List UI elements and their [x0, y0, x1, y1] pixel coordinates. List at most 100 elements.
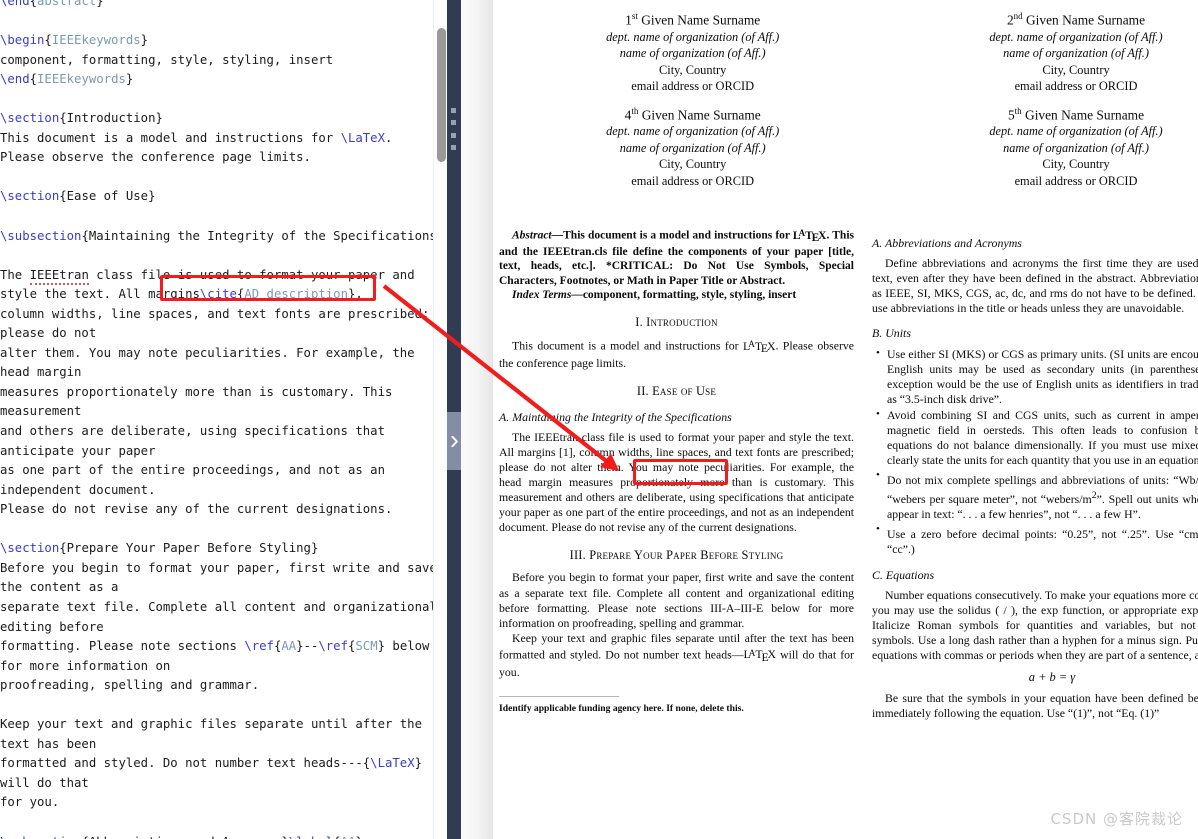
code-line[interactable]: style the text. All margins\cite{AD_desc…: [0, 285, 447, 305]
code-line[interactable]: column widths, line spaces, and text fon…: [0, 305, 447, 325]
footnote-separator: [499, 696, 619, 698]
code-line[interactable]: component, formatting, style, styling, i…: [0, 51, 447, 71]
code-line[interactable]: [0, 90, 447, 110]
code-token: and others are deliberate, using specifi…: [0, 424, 385, 439]
code-token: \section: [0, 111, 60, 126]
code-token: {Introduction}: [59, 111, 163, 126]
code-line[interactable]: as one part of the entire proceedings, a…: [0, 461, 447, 481]
pdf-preview-pane[interactable]: 1st Given Name Surname dept. name of org…: [461, 0, 1198, 839]
abstract-paragraph: Abstract—This document is a model and in…: [499, 226, 854, 288]
code-token: editing before: [0, 619, 104, 634]
code-line[interactable]: \end{abstract}: [0, 0, 447, 12]
pane-divider[interactable]: [447, 0, 461, 839]
code-line[interactable]: [0, 168, 447, 188]
code-line[interactable]: formatting. Please note sections \ref{AA…: [0, 637, 447, 657]
code-token: \subsection: [0, 835, 81, 839]
code-token: class file is used to format your paper …: [88, 267, 415, 282]
code-token: {: [29, 0, 38, 8]
code-line[interactable]: formatted and styled. Do not number text…: [0, 754, 447, 774]
code-line[interactable]: alter them. You may note peculiarities. …: [0, 344, 447, 364]
code-token: Before you begin to format your paper, f…: [0, 560, 437, 575]
code-line[interactable]: Please observe the conference page limit…: [0, 148, 447, 168]
code-token: IEEEkeywords: [51, 33, 141, 48]
code-line[interactable]: Keep your text and graphic files separat…: [0, 715, 447, 735]
code-line[interactable]: [0, 696, 447, 716]
code-line[interactable]: [0, 12, 447, 32]
code-line[interactable]: [0, 246, 447, 266]
chevron-right-icon: [450, 435, 458, 447]
editor-vertical-scrollbar-thumb[interactable]: [436, 28, 446, 162]
drag-handle-dots-icon[interactable]: [451, 108, 457, 150]
code-line[interactable]: editing before: [0, 618, 447, 638]
code-line[interactable]: for you.: [0, 793, 447, 813]
code-line[interactable]: measures proportionately more than is cu…: [0, 383, 447, 403]
code-token: \end: [0, 0, 30, 8]
code-token: The: [0, 267, 30, 282]
code-line[interactable]: \begin{IEEEkeywords}: [0, 31, 447, 51]
code-line[interactable]: This document is a model and instruction…: [0, 129, 447, 149]
code-token: {Abbreviations and Acronyms}: [81, 835, 288, 839]
code-line[interactable]: for more information on: [0, 657, 447, 677]
code-token: \section: [0, 189, 60, 204]
code-token: \end: [0, 72, 30, 87]
code-token: AD_description: [244, 287, 348, 302]
author-name: 1st Given Name Surname: [625, 11, 761, 28]
expand-pane-button[interactable]: [447, 412, 461, 470]
intro-paragraph: This document is a model and instruction…: [499, 338, 855, 371]
code-line[interactable]: \section{Prepare Your Paper Before Styli…: [0, 539, 447, 559]
author-name: 5th Given Name Surname: [1007, 105, 1145, 122]
code-line[interactable]: \section{Introduction}: [0, 109, 447, 129]
code-line[interactable]: \section{Ease of Use}: [0, 187, 447, 207]
code-line[interactable]: Before you begin to format your paper, f…: [0, 559, 447, 579]
prepare-paper-paragraph-1: Before you begin to format your paper, f…: [499, 570, 854, 630]
display-equation: a + b = γ: [1028, 670, 1076, 685]
code-line[interactable]: and others are deliberate, using specifi…: [0, 422, 447, 442]
equations-paragraph-2: Be sure that the symbols in your equatio…: [872, 691, 1198, 721]
latex-source-code[interactable]: \end{abstract} \begin{IEEEkeywords} compo…: [0, 0, 447, 839]
code-line[interactable]: \end{IEEEkeywords}: [0, 70, 447, 90]
code-line[interactable]: separate text file. Complete all content…: [0, 598, 447, 618]
code-line[interactable]: [0, 813, 447, 833]
code-token: SCM: [355, 639, 378, 654]
latex-source-editor-pane[interactable]: \end{abstract} \begin{IEEEkeywords} compo…: [0, 0, 447, 839]
subsection-heading-abbreviations: A. Abbreviations and Acronyms: [872, 236, 1022, 250]
code-line[interactable]: text has been: [0, 735, 447, 755]
units-bullet-list: Use either SI (MKS) or CGS as primary un…: [872, 346, 1198, 558]
code-line[interactable]: Please do not revise any of the current …: [0, 500, 447, 520]
code-line[interactable]: [0, 520, 447, 540]
code-line[interactable]: anticipate your paper: [0, 442, 447, 462]
code-token: \ref: [244, 639, 274, 654]
code-token: {Prepare Your Paper Before Styling}: [59, 541, 319, 556]
author-entry: 4th Given Name Surname dept. name of org…: [501, 103, 884, 190]
code-line[interactable]: the content as a: [0, 578, 447, 598]
code-line[interactable]: proofreading, spelling and grammar.: [0, 676, 447, 696]
code-line[interactable]: \subsection{Abbreviations and Acronyms}\…: [0, 833, 447, 839]
code-line[interactable]: will do that: [0, 774, 447, 794]
code-token: component, formatting, style, styling, i…: [0, 52, 334, 67]
code-token: },: [347, 287, 363, 302]
code-line[interactable]: independent document.: [0, 481, 447, 501]
author-entry: 5th Given Name Surname dept. name of org…: [884, 103, 1198, 190]
list-item: Avoid combining SI and CGS units, such a…: [876, 407, 1198, 468]
code-token: \LaTeX: [340, 130, 385, 145]
code-token: independent document.: [0, 482, 156, 497]
code-token: \label: [289, 835, 333, 839]
author-city: City, Country: [658, 157, 727, 172]
code-token: as one part of the entire proceedings, a…: [0, 463, 385, 478]
code-line[interactable]: head margin: [0, 363, 447, 383]
code-token: measures proportionately more than is cu…: [0, 384, 393, 399]
pdf-body-columns: Abstract— This document is a model and in…: [493, 226, 1198, 721]
code-line[interactable]: measurement: [0, 402, 447, 422]
code-line[interactable]: The IEEEtran class file is used to forma…: [0, 266, 447, 286]
code-line[interactable]: please do not: [0, 324, 447, 344]
code-token: for you.: [0, 795, 60, 810]
author-name: 4th Given Name Surname: [624, 105, 761, 122]
author-row: 4th Given Name Surname dept. name of org…: [501, 103, 1198, 190]
code-token: {Maintaining the Integrity of the Specif…: [81, 228, 445, 243]
code-token: measurement: [0, 404, 82, 419]
editor-vertical-scrollbar-track[interactable]: [433, 0, 447, 839]
section-heading-ease-of-use: II. Ease of Use: [636, 384, 717, 399]
author-contact: email address or ORCID: [631, 173, 755, 188]
code-line[interactable]: \subsection{Maintaining the Integrity of…: [0, 227, 447, 247]
code-line[interactable]: [0, 207, 447, 227]
